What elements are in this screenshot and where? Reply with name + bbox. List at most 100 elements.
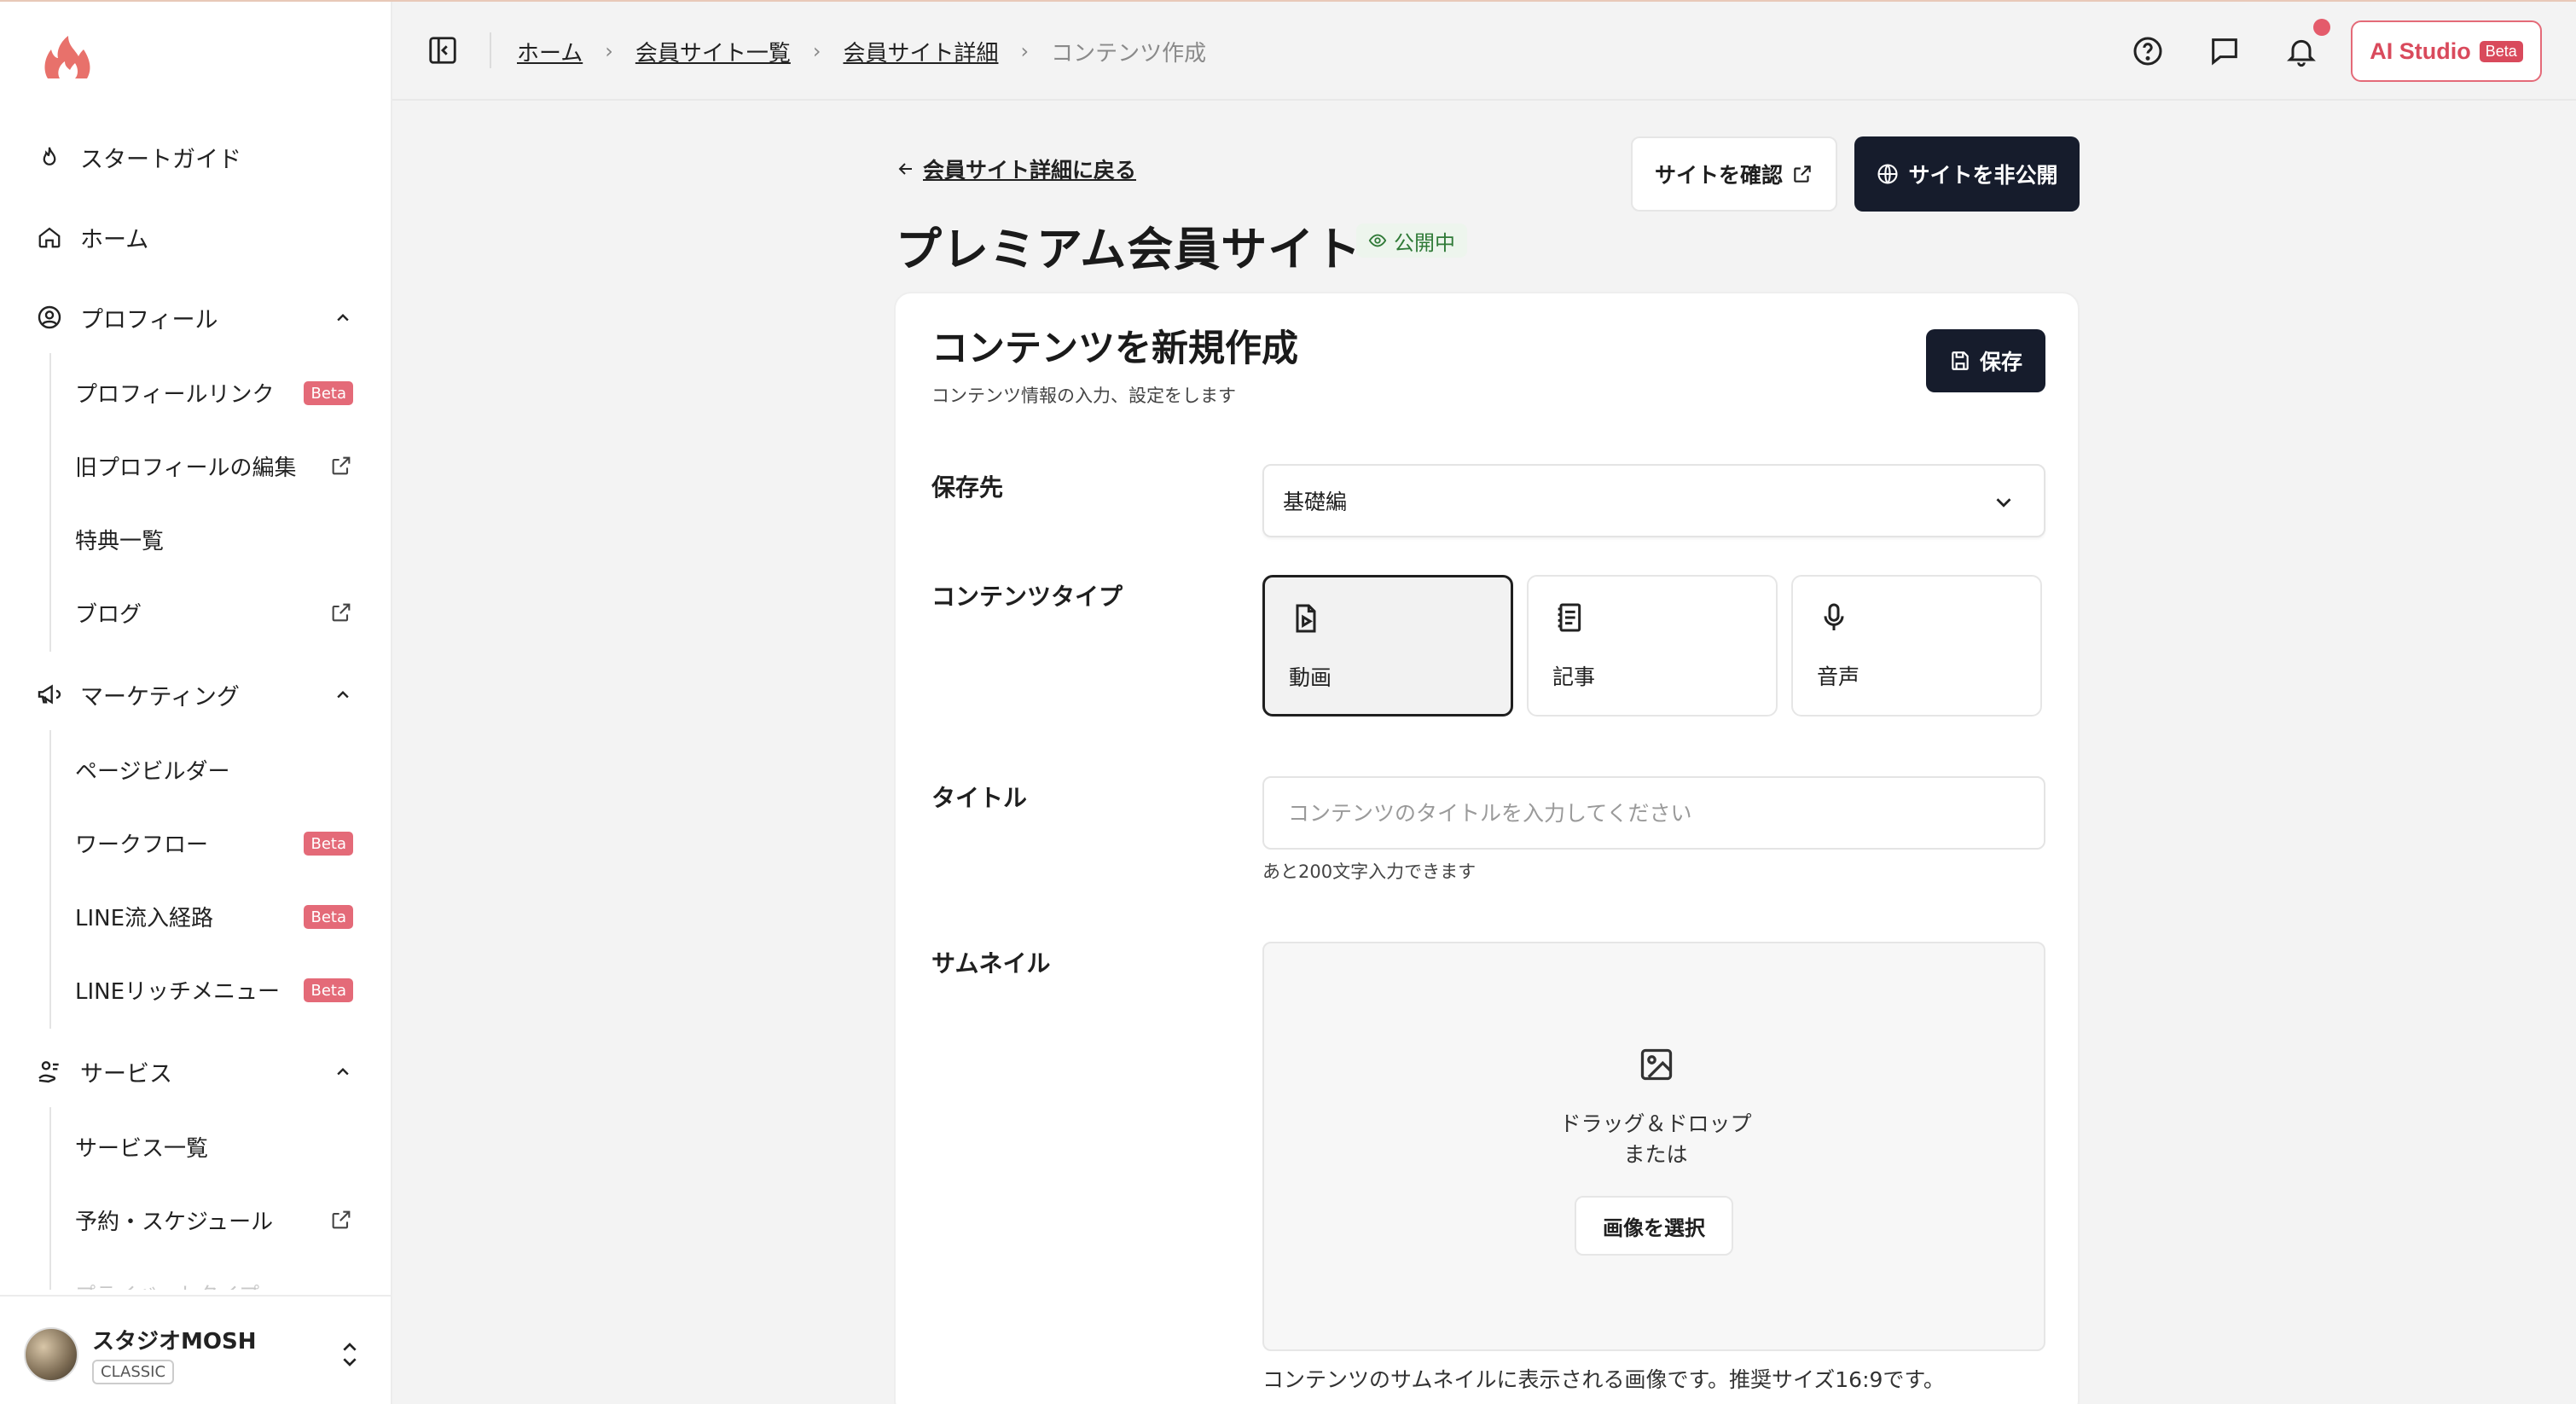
sidebar-item-marketing[interactable]: マーケティング — [34, 669, 367, 720]
back-to-site-detail-link[interactable]: 会員サイト詳細に戻る — [896, 154, 1136, 184]
sidebar-item-label: プロフィール — [80, 306, 218, 334]
sidebar-item-start-guide[interactable]: スタートガイド — [34, 131, 367, 183]
beta-badge: Beta — [304, 905, 353, 929]
breadcrumb: ホーム › 会員サイト一覧 › 会員サイト詳細 › コンテンツ作成 — [517, 34, 1206, 68]
thumbnail-hint: コンテンツのサムネイルに表示される画像です。推奨サイズ16:9です。 — [1262, 1367, 1945, 1392]
sidebar-item-page-builder[interactable]: ページビルダー — [75, 744, 365, 795]
dropzone-or-text: または — [1623, 1142, 1688, 1167]
sidebar-item-line-rich-menu[interactable]: LINEリッチメニュー Beta — [75, 964, 365, 1015]
chevron-up-down-icon[interactable] — [336, 1337, 363, 1372]
arrow-left-icon — [898, 163, 912, 175]
external-link-icon — [332, 456, 351, 475]
account-switcher[interactable]: スタジオMOSH CLASSIC — [0, 1295, 391, 1404]
home-icon — [34, 222, 65, 252]
back-link-label: 会員サイト詳細に戻る — [923, 158, 1137, 183]
chat-icon[interactable] — [2208, 34, 2242, 68]
bell-icon[interactable] — [2284, 34, 2318, 68]
thumbnail-dropzone[interactable]: ドラッグ＆ドロップ または 画像を選択 — [1262, 942, 2045, 1351]
save-disk-icon — [1952, 351, 1969, 370]
content-type-audio[interactable]: 音声 — [1791, 575, 2042, 717]
submenu-line — [49, 1107, 51, 1290]
status-label: 公開中 — [1394, 230, 1455, 255]
view-site-button[interactable]: サイトを確認 — [1631, 136, 1837, 212]
title-label: タイトル — [931, 784, 1028, 812]
content-type-article[interactable]: 記事 — [1527, 575, 1778, 717]
breadcrumb-member-site-detail[interactable]: 会員サイト詳細 — [843, 36, 998, 67]
plan-badge: CLASSIC — [92, 1360, 175, 1384]
sidebar-item-label: スタートガイド — [80, 146, 241, 173]
beta-badge: Beta — [2479, 40, 2523, 62]
content-type-label-text: 音声 — [1817, 664, 1860, 689]
destination-label: 保存先 — [931, 473, 1004, 502]
megaphone-icon — [34, 679, 65, 710]
sidebar-item-label: 旧プロフィールの編集 — [75, 455, 297, 481]
title-char-count: あと200文字入力できます — [1262, 862, 1477, 882]
top-header: ホーム › 会員サイト一覧 › 会員サイト詳細 › コンテンツ作成 AI Stu… — [392, 2, 2576, 101]
sidebar-item-line-route[interactable]: LINE流入経路 Beta — [75, 891, 365, 942]
notification-dot — [2313, 19, 2330, 36]
destination-select[interactable]: 基礎編 — [1262, 464, 2045, 537]
chevron-right-icon: › — [1020, 39, 1030, 63]
submenu-line — [49, 353, 51, 652]
external-link-icon — [332, 603, 351, 622]
sidebar-item-label: LINE流入経路 — [75, 905, 214, 931]
chevron-up-icon[interactable] — [331, 682, 355, 706]
select-image-button[interactable]: 画像を選択 — [1575, 1196, 1733, 1256]
chevron-up-icon[interactable] — [331, 1059, 355, 1083]
sidebar-item-label: 予約・スケジュール — [75, 1209, 274, 1235]
sidebar-item-label: LINEリッチメニュー — [75, 978, 281, 1005]
eye-icon — [1368, 234, 1387, 247]
sidebar-item-perks[interactable]: 特典一覧 — [75, 513, 365, 565]
form-subtitle: コンテンツ情報の入力、設定をします — [931, 386, 1236, 406]
status-badge: 公開中 — [1356, 223, 1467, 258]
sidebar-item-legacy-profile-edit[interactable]: 旧プロフィールの編集 — [75, 440, 365, 491]
sidebar-item-profile-link[interactable]: プロフィールリンク Beta — [75, 367, 365, 418]
sidebar-item-reservation[interactable]: 予約・スケジュール — [75, 1194, 365, 1245]
sidebar-item-profile[interactable]: プロフィール — [34, 292, 367, 343]
save-label: 保存 — [1979, 350, 2022, 374]
sidebar-item-blog[interactable]: ブログ — [75, 587, 365, 638]
destination-value: 基礎編 — [1283, 490, 1348, 514]
sidebar-item-label: ブログ — [75, 601, 142, 628]
breadcrumb-current: コンテンツ作成 — [1051, 40, 1207, 67]
chevron-right-icon: › — [812, 39, 821, 63]
beta-badge: Beta — [304, 832, 353, 856]
microphone-icon — [1824, 603, 1844, 630]
view-site-label: サイトを確認 — [1654, 163, 1783, 188]
thumbnail-label: サムネイル — [931, 949, 1051, 978]
sidebar-item-workflow[interactable]: ワークフロー Beta — [75, 817, 365, 868]
sidebar: スタートガイド ホーム プロフィール プロフィールリンク Beta 旧プロフィー… — [0, 2, 392, 1404]
ai-studio-label: AI Studio — [2370, 38, 2471, 64]
content-form-card: コンテンツを新規作成 コンテンツ情報の入力、設定をします 保存 保存先 基礎編 … — [894, 292, 2080, 1404]
external-link-icon — [332, 1210, 351, 1229]
content-type-video[interactable]: 動画 — [1262, 575, 1513, 717]
brand-logo-flame-icon[interactable] — [43, 36, 92, 82]
unpublish-label: サイトを非公開 — [1908, 163, 2058, 188]
help-icon[interactable] — [2131, 34, 2165, 68]
content-type-label-text: 記事 — [1552, 664, 1596, 689]
avatar — [24, 1327, 78, 1382]
chevron-down-icon — [1996, 498, 2011, 508]
breadcrumb-home[interactable]: ホーム — [517, 36, 583, 67]
beta-badge: Beta — [304, 381, 353, 405]
unpublish-site-button[interactable]: サイトを非公開 — [1854, 136, 2080, 212]
sidebar-item-service-list[interactable]: サービス一覧 — [75, 1121, 365, 1172]
sidebar-item-service[interactable]: サービス — [34, 1046, 367, 1097]
breadcrumb-member-sites[interactable]: 会員サイト一覧 — [635, 36, 791, 67]
sidebar-item-faded[interactable]: プライベートタイプ — [75, 1278, 259, 1290]
save-button[interactable]: 保存 — [1926, 329, 2045, 392]
content-type-label: コンテンツタイプ — [931, 583, 1123, 611]
chevron-right-icon: › — [605, 39, 613, 63]
content-type-label-text: 動画 — [1289, 665, 1332, 690]
sidebar-item-home[interactable]: ホーム — [34, 212, 367, 263]
globe-icon — [1877, 164, 1899, 184]
ai-studio-button[interactable]: AI Studio Beta — [2351, 20, 2542, 82]
sidebar-toggle-icon[interactable] — [426, 34, 459, 67]
beta-badge: Beta — [304, 978, 353, 1002]
title-input[interactable] — [1262, 776, 2045, 850]
sidebar-item-label: 特典一覧 — [75, 528, 165, 554]
sidebar-item-label: サービス一覧 — [75, 1135, 209, 1162]
article-icon — [1558, 603, 1581, 632]
chevron-up-icon[interactable] — [331, 305, 355, 329]
image-icon — [1640, 1048, 1673, 1081]
